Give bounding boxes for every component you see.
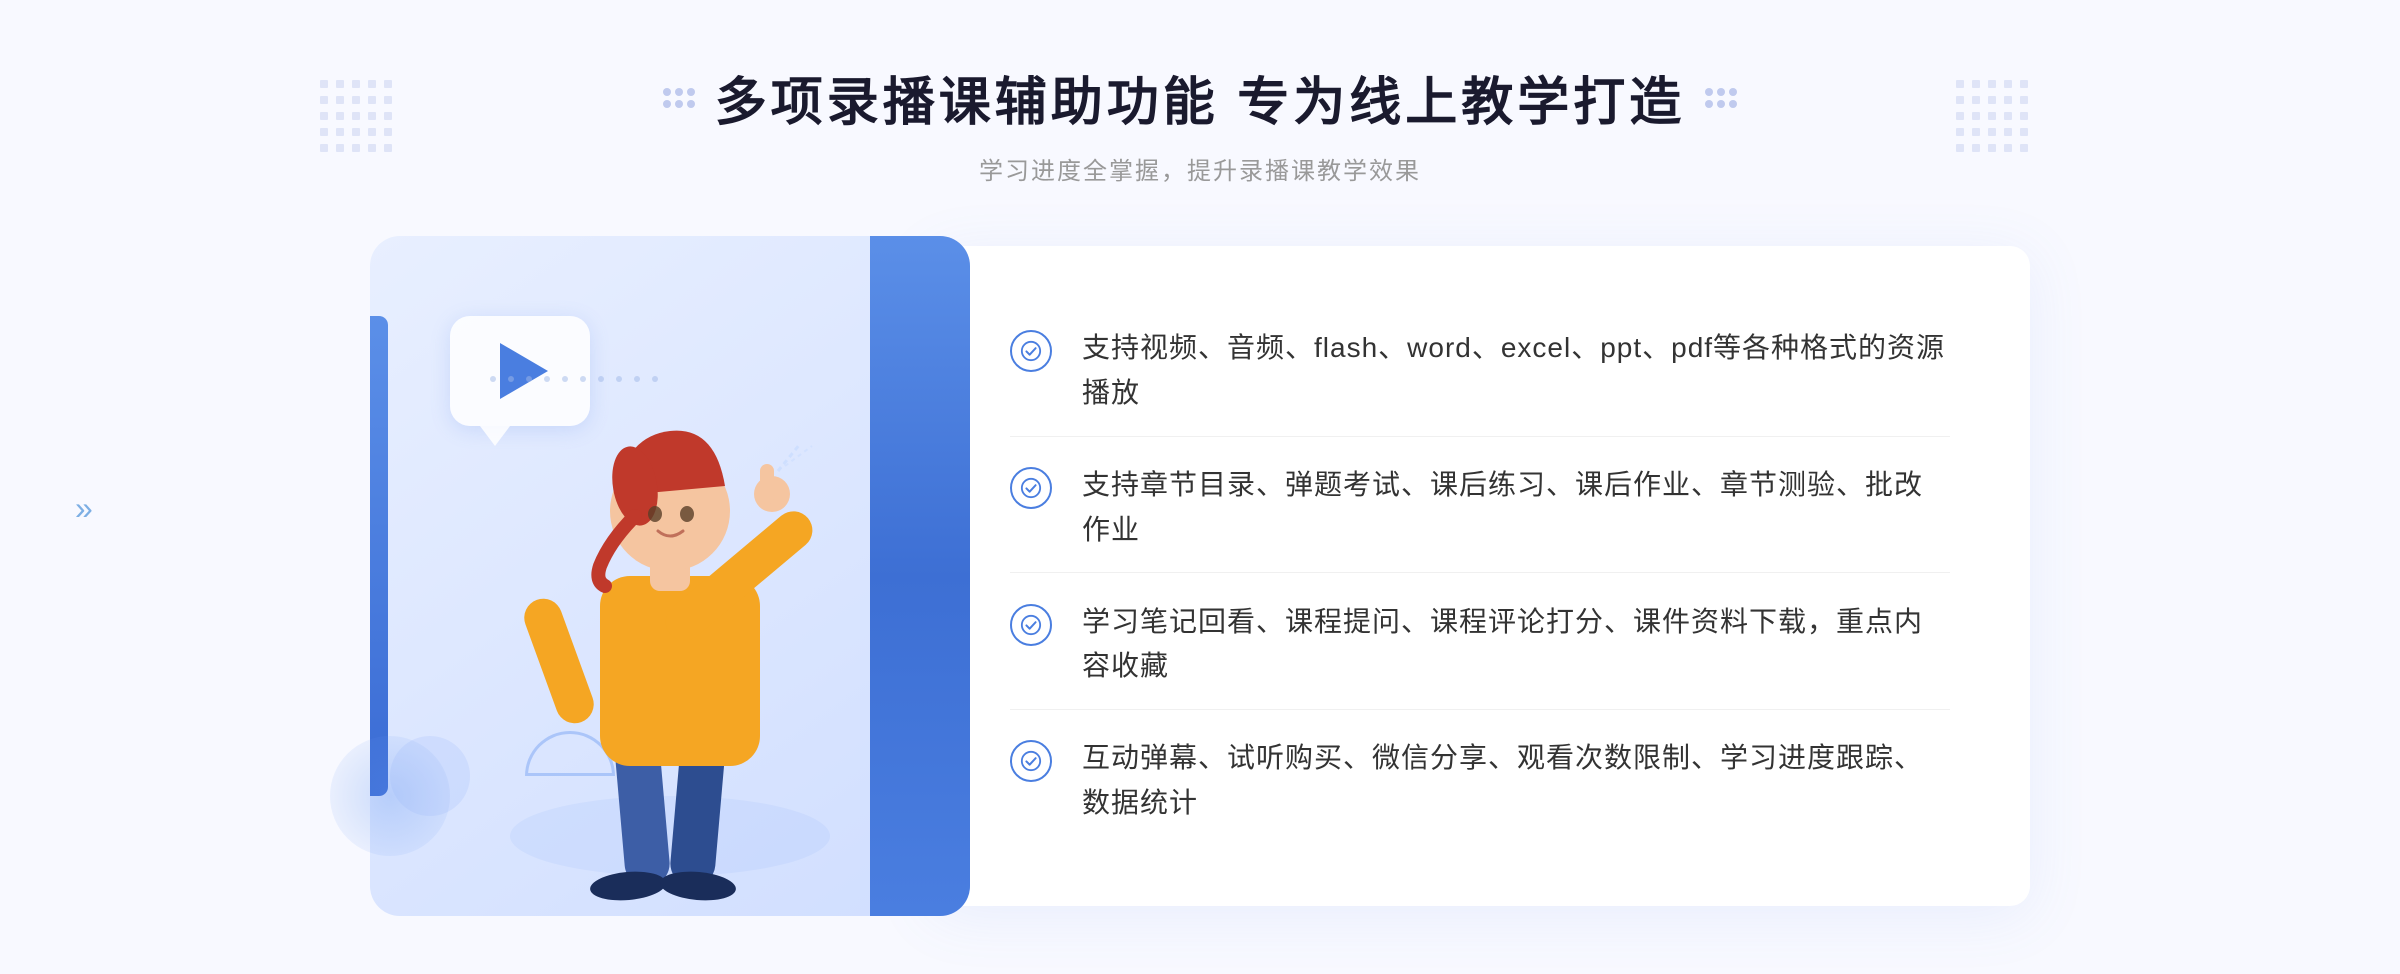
feature-item-1: 支持视频、音频、flash、word、excel、ppt、pdf等各种格式的资源… [1010, 306, 1950, 437]
subtitle: 学习进度全掌握，提升录播课教学效果 [663, 151, 1737, 186]
main-title: 多项录播课辅助功能 专为线上教学打造 [715, 60, 1685, 135]
feature-text-2: 支持章节目录、弹题考试、课后练习、课后作业、章节测验、批改作业 [1082, 463, 1950, 553]
decorator-dots-right [1956, 80, 2030, 154]
features-panel: 支持视频、音频、flash、word、excel、ppt、pdf等各种格式的资源… [930, 246, 2030, 906]
check-icon-3 [1010, 604, 1052, 646]
feature-item-2: 支持章节目录、弹题考试、课后练习、课后作业、章节测验、批改作业 [1010, 443, 1950, 574]
illustration-container [370, 236, 970, 916]
title-deco-left [663, 88, 695, 108]
feature-text-4: 互动弹幕、试听购买、微信分享、观看次数限制、学习进度跟踪、数据统计 [1082, 736, 1950, 826]
decorative-circle-2 [390, 736, 470, 816]
side-blue-bar [370, 316, 388, 796]
feature-text-1: 支持视频、音频、flash、word、excel、ppt、pdf等各种格式的资源… [1082, 326, 1950, 416]
check-icon-2 [1010, 467, 1052, 509]
decorator-dots-left [320, 80, 394, 154]
blue-side-panel [870, 236, 970, 916]
feature-item-4: 互动弹幕、试听购买、微信分享、观看次数限制、学习进度跟踪、数据统计 [1010, 716, 1950, 846]
check-icon-1 [1010, 330, 1052, 372]
check-icon-4 [1010, 740, 1052, 782]
character-illustration [480, 356, 860, 916]
header-decorators: 多项录播课辅助功能 专为线上教学打造 [663, 60, 1737, 135]
title-deco-right [1705, 88, 1737, 108]
feature-text-3: 学习笔记回看、课程提问、课程评论打分、课件资料下载，重点内容收藏 [1082, 600, 1950, 690]
feature-item-3: 学习笔记回看、课程提问、课程评论打分、课件资料下载，重点内容收藏 [1010, 580, 1950, 711]
header-section: 多项录播课辅助功能 专为线上教学打造 学习进度全掌握，提升录播课教学效果 [663, 0, 1737, 206]
page-container: » 多项录播课辅助功能 专为线上教学打造 学习进度全掌握，提升录播课教学效果 [0, 0, 2400, 974]
main-content: 支持视频、音频、flash、word、excel、ppt、pdf等各种格式的资源… [0, 236, 2400, 916]
